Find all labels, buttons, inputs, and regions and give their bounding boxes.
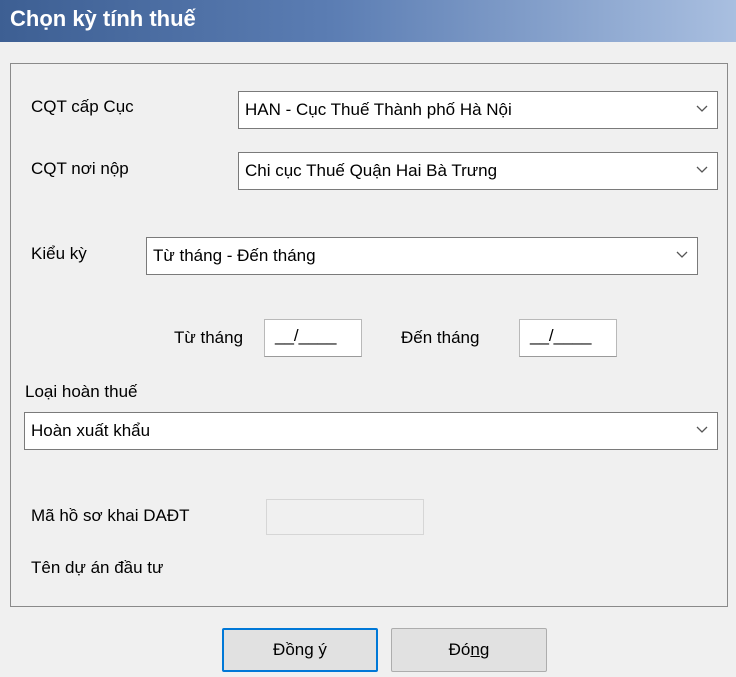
- ma-ho-so-input[interactable]: [266, 499, 424, 535]
- chevron-down-icon: [696, 166, 708, 173]
- den-thang-value: __/____: [530, 326, 592, 345]
- close-button[interactable]: Đóng: [391, 628, 547, 672]
- period-selection-panel: CQT cấp Cục HAN - Cục Thuế Thành phố Hà …: [10, 63, 728, 607]
- window-title: Chọn kỳ tính thuế: [10, 6, 196, 31]
- loai-hoan-thue-label: Loại hoàn thuế: [25, 382, 138, 401]
- ok-button-text: Đồn: [273, 640, 305, 659]
- chevron-down-icon: [676, 251, 688, 258]
- loai-hoan-thue-value: Hoàn xuất khẩu: [31, 421, 151, 440]
- kieu-ky-label: Kiểu kỳ: [31, 244, 87, 263]
- ok-button[interactable]: Đồng ý: [222, 628, 378, 672]
- chevron-down-icon: [696, 105, 708, 112]
- ma-ho-so-label: Mã hồ sơ khai DAĐT: [31, 506, 190, 525]
- tu-thang-value: __/____: [275, 326, 337, 345]
- cqt-cap-cuc-value: HAN - Cục Thuế Thành phố Hà Nội: [245, 100, 512, 119]
- cqt-noi-nop-value: Chi cục Thuế Quận Hai Bà Trưng: [245, 161, 498, 180]
- close-button-text-end: g: [479, 640, 490, 659]
- chevron-down-icon: [696, 426, 708, 433]
- close-button-text: Đó: [448, 640, 471, 659]
- ok-button-mnemonic: g: [304, 640, 314, 659]
- loai-hoan-thue-dropdown[interactable]: Hoàn xuất khẩu: [24, 412, 718, 450]
- cqt-cap-cuc-label: CQT cấp Cục: [31, 97, 134, 116]
- kieu-ky-dropdown[interactable]: Từ tháng - Đến tháng: [146, 237, 698, 275]
- tu-thang-input[interactable]: __/____: [264, 319, 362, 357]
- cqt-noi-nop-dropdown[interactable]: Chi cục Thuế Quận Hai Bà Trưng: [238, 152, 718, 190]
- den-thang-input[interactable]: __/____: [519, 319, 617, 357]
- close-button-mnemonic: n: [470, 640, 480, 659]
- cqt-cap-cuc-dropdown[interactable]: HAN - Cục Thuế Thành phố Hà Nội: [238, 91, 718, 129]
- ok-button-text-end: ý: [313, 640, 327, 659]
- tu-thang-label: Từ tháng: [174, 328, 244, 347]
- kieu-ky-value: Từ tháng - Đến tháng: [153, 246, 316, 265]
- den-thang-label: Đến tháng: [401, 328, 480, 347]
- ten-du-an-label: Tên dự án đầu tư: [31, 558, 164, 577]
- title-bar[interactable]: Chọn kỳ tính thuế: [0, 0, 736, 42]
- cqt-noi-nop-label: CQT nơi nộp: [31, 159, 129, 178]
